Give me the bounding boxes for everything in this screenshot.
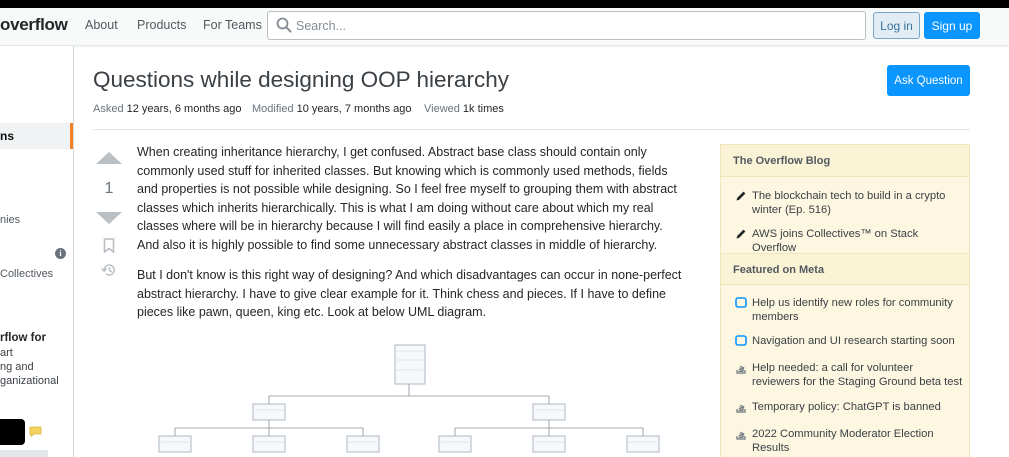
meta-item-link[interactable]: 2022 Community Moderator Election Result… [752, 427, 963, 455]
top-black-strip [0, 0, 1009, 8]
meta-item-link[interactable]: Help us identify new roles for community… [752, 296, 963, 324]
search-box[interactable] [267, 11, 866, 40]
history-icon[interactable] [101, 263, 117, 277]
teams-promo-line: ng and [0, 361, 34, 373]
meta-asked-label: Asked [93, 103, 124, 115]
blog-item[interactable]: The blockchain tech to build in a crypto… [735, 189, 963, 217]
ask-question-button[interactable]: Ask Question [887, 65, 970, 96]
downvote-icon[interactable] [96, 212, 122, 224]
teams-promo-line: art [0, 347, 13, 359]
upvote-icon[interactable] [96, 152, 122, 164]
meta-item-link[interactable]: Help needed: a call for volunteer review… [752, 361, 963, 389]
info-icon[interactable]: i [55, 248, 66, 259]
left-sidebar: ns nies i Collectives rflow for art ng a… [0, 46, 74, 457]
sidebar-item-label: ns [0, 129, 15, 143]
teams-promo-title: rflow for [0, 332, 46, 344]
post-paragraph: But I don't know is this right way of de… [137, 268, 682, 319]
stack-logo-icon [736, 431, 746, 440]
meta-item[interactable]: Temporary policy: ChatGPT is banned [735, 400, 963, 414]
top-bar: overflow About Products For Teams Log in… [0, 8, 1009, 46]
blog-heading-label: The Overflow Blog [733, 155, 831, 167]
question-title[interactable]: Questions while designing OOP hierarchy [93, 67, 509, 93]
meta-viewed-label: Viewed [424, 103, 460, 115]
meta-item-link[interactable]: Navigation and UI research starting soon [752, 334, 963, 348]
blog-item-link[interactable]: The blockchain tech to build in a crypto… [752, 189, 963, 217]
sidebar-item-questions[interactable]: ns [0, 123, 73, 149]
promo-bar [0, 450, 48, 457]
search-icon [276, 17, 292, 33]
teams-promo-line: ganizational [0, 375, 59, 387]
meta-viewed-value: 1k times [462, 103, 504, 115]
search-input[interactable] [296, 16, 856, 36]
question-body: When creating inheritance hierarchy, I g… [137, 143, 685, 334]
nav-products[interactable]: Products [137, 18, 186, 32]
chat-square-icon [735, 297, 747, 308]
meta-asked: Asked 12 years, 6 months ago [93, 103, 242, 115]
chat-square-icon [735, 335, 747, 346]
title-divider [93, 129, 970, 130]
sidebar-item-collectives[interactable]: Collectives [0, 268, 53, 280]
blog-heading: The Overflow Blog [721, 145, 969, 177]
meta-viewed: Viewed 1k times [424, 103, 504, 115]
meta-item[interactable]: Navigation and UI research starting soon [735, 334, 963, 348]
meta-item-link[interactable]: Temporary policy: ChatGPT is banned [752, 400, 963, 414]
meta-heading-label: Featured on Meta [733, 264, 825, 276]
signup-button[interactable]: Sign up [924, 12, 980, 39]
meta-modified: Modified 10 years, 7 months ago [252, 103, 412, 115]
nav-for-teams[interactable]: For Teams [203, 18, 262, 32]
promo-button[interactable] [0, 419, 25, 445]
right-sidebar: The Overflow Blog The blockchain tech to… [720, 144, 970, 457]
meta-asked-value[interactable]: 12 years, 6 months ago [127, 103, 242, 115]
meta-item[interactable]: Help needed: a call for volunteer review… [735, 361, 963, 389]
chat-bubble-icon [29, 426, 42, 437]
bookmark-icon[interactable] [103, 238, 115, 253]
uml-diagram-image[interactable] [150, 338, 670, 457]
site-logo[interactable]: overflow [0, 15, 68, 35]
stack-logo-icon [736, 404, 746, 413]
meta-item[interactable]: 2022 Community Moderator Election Result… [735, 427, 963, 455]
blog-item-link[interactable]: AWS joins Collectives™ on Stack Overflow [752, 227, 963, 255]
nav-about[interactable]: About [85, 18, 118, 32]
meta-modified-value[interactable]: 10 years, 7 months ago [297, 103, 412, 115]
meta-heading: Featured on Meta [721, 253, 969, 285]
login-button[interactable]: Log in [873, 12, 920, 39]
vote-count: 1 [104, 180, 114, 197]
pencil-icon [736, 191, 746, 201]
blog-item[interactable]: AWS joins Collectives™ on Stack Overflow [735, 227, 963, 255]
meta-modified-label: Modified [252, 103, 294, 115]
pencil-icon [736, 229, 746, 239]
sidebar-item-companies[interactable]: nies [0, 214, 20, 226]
stack-logo-icon [736, 365, 746, 374]
meta-item[interactable]: Help us identify new roles for community… [735, 296, 963, 324]
post-paragraph: When creating inheritance hierarchy, I g… [137, 145, 677, 252]
